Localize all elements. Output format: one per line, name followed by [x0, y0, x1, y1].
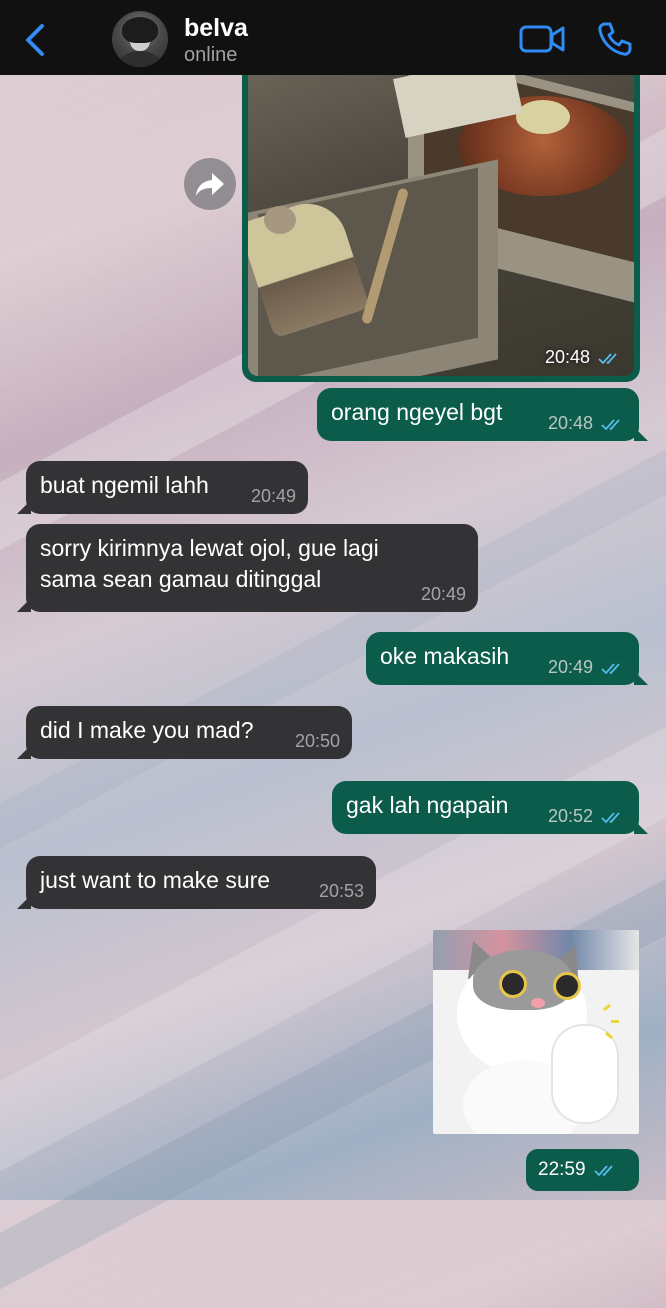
message-text: gak lah ngapain: [346, 792, 509, 818]
message-meta: 20:49: [548, 657, 627, 677]
cat-nose: [531, 998, 545, 1008]
message-time: 20:48: [547, 413, 593, 433]
sparkle-mark: [602, 1003, 612, 1012]
incoming-message[interactable]: buat ngemil lahh 20:49: [17, 461, 308, 514]
message-meta: 20:52: [548, 806, 627, 826]
chat-header: belva online: [0, 0, 666, 75]
contact-status: online: [184, 44, 238, 66]
message-meta: 20:48: [548, 413, 627, 433]
message-time: 20:53: [318, 881, 364, 901]
message-meta: 20:48: [545, 347, 624, 368]
double-check-icon: [598, 353, 617, 365]
message-time: 20:50: [294, 731, 340, 751]
message-text-line: sorry kirimnya lewat ojol, gue lagi: [40, 535, 379, 561]
phone-icon: [598, 22, 632, 56]
message-time: 20:52: [547, 806, 593, 826]
message-text: oke makasih: [380, 643, 510, 669]
message-time: 20:49: [420, 584, 466, 604]
message-text-line: sama sean gamau ditinggal: [40, 566, 322, 592]
double-check-icon: [594, 1165, 613, 1177]
sticker-meta: 22:59: [526, 1149, 639, 1191]
cat-sticker[interactable]: [433, 930, 639, 1134]
double-check-icon: [601, 419, 620, 431]
avatar[interactable]: [112, 11, 168, 67]
photo-cream: [264, 206, 296, 234]
image-message[interactable]: 20:48: [242, 60, 640, 382]
message-text: orang ngeyel bgt: [331, 399, 503, 425]
message-time: 22:59: [538, 1159, 586, 1180]
outgoing-message[interactable]: oke makasih 20:49: [366, 632, 648, 685]
message-text: did I make you mad?: [40, 717, 254, 743]
cat-eye: [553, 972, 581, 1000]
video-call-button[interactable]: [518, 22, 566, 56]
avatar-hair: [122, 17, 158, 43]
voice-call-button[interactable]: [596, 20, 634, 58]
message-text: just want to make sure: [40, 867, 271, 893]
outgoing-message[interactable]: orang ngeyel bgt 20:48: [317, 388, 648, 441]
double-check-icon: [601, 663, 620, 675]
incoming-message[interactable]: sorry kirimnya lewat ojol, gue lagi sama…: [17, 524, 478, 612]
food-photo[interactable]: 20:48: [248, 66, 634, 376]
message-time: 20:48: [544, 347, 590, 367]
video-camera-icon: [519, 25, 565, 53]
message-text: buat ngemil lahh: [40, 472, 209, 498]
incoming-message[interactable]: did I make you mad? 20:50: [17, 706, 352, 759]
message-time: 20:49: [250, 486, 296, 506]
sparkle-mark: [611, 1020, 619, 1023]
cat-thumbs-up-paw: [553, 1026, 617, 1122]
forward-arrow-icon: [196, 173, 224, 196]
back-button[interactable]: [18, 20, 54, 60]
incoming-message[interactable]: just want to make sure 20:53: [17, 856, 376, 909]
contact-name[interactable]: belva: [184, 14, 248, 43]
cat-eye: [499, 970, 527, 998]
avatar-body: [118, 51, 162, 67]
photo-topping: [516, 100, 570, 134]
chevron-left-icon: [26, 24, 44, 56]
outgoing-message[interactable]: gak lah ngapain 20:52: [332, 781, 648, 834]
double-check-icon: [601, 812, 620, 824]
forward-button[interactable]: [184, 158, 236, 210]
message-time: 20:49: [547, 657, 593, 677]
